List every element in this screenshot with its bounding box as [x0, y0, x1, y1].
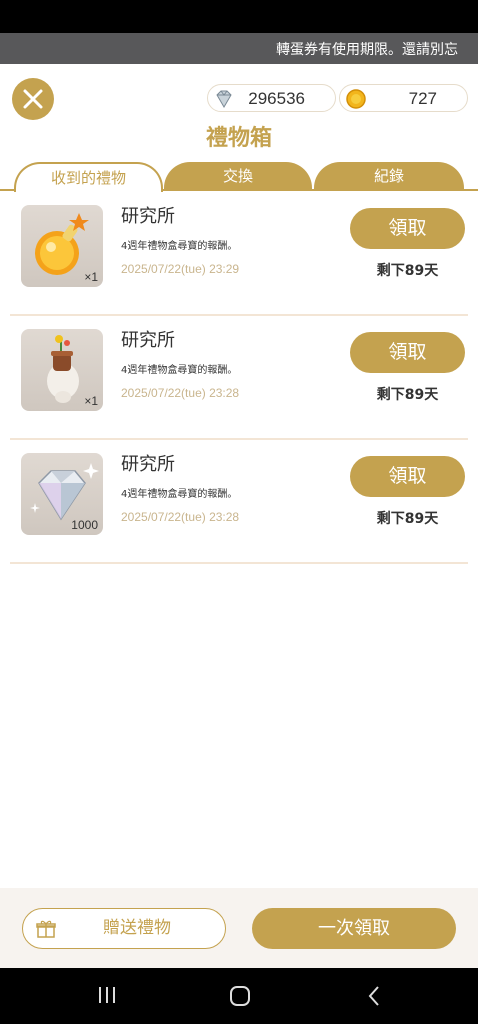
close-icon: [23, 89, 43, 109]
remaining-days: 剩下89天: [376, 263, 439, 279]
claim-button[interactable]: 領取: [350, 332, 465, 373]
claim-all-button[interactable]: 一次領取: [252, 908, 456, 949]
gift-thumbnail: ×1: [21, 205, 103, 287]
gift-name: 研究所: [121, 454, 175, 475]
coin-count: 727: [408, 89, 437, 108]
home-icon[interactable]: [229, 985, 251, 1007]
claim-button[interactable]: 領取: [350, 208, 465, 249]
gift-thumbnail: 1000: [21, 453, 103, 535]
gift-quantity: ×1: [84, 270, 98, 284]
gift-quantity: ×1: [84, 394, 98, 408]
remaining-days: 剩下89天: [376, 511, 439, 527]
tab-history[interactable]: 紀錄: [314, 162, 464, 191]
recent-apps-icon[interactable]: [97, 985, 117, 1005]
send-gift-button[interactable]: 贈送禮物: [22, 908, 226, 949]
gift-row: ×1 研究所 4週年禮物盒尋寶的報酬。 2025/07/22(tue) 23:2…: [10, 192, 468, 316]
gift-date: 2025/07/22(tue) 23:28: [121, 386, 240, 400]
send-gift-label: 贈送禮物: [103, 918, 171, 938]
claim-button[interactable]: 領取: [350, 456, 465, 497]
gift-description: 4週年禮物盒尋寶的報酬。: [121, 365, 238, 376]
tab-received-gifts[interactable]: 收到的禮物: [14, 162, 163, 192]
gift-thumbnail: ×1: [21, 329, 103, 411]
ticker-text: 轉蛋券有使用期限。還請別忘: [276, 42, 458, 58]
bottom-action-bar: 贈送禮物 一次領取: [0, 888, 478, 968]
system-nav-bar: [0, 968, 478, 1024]
gift-quantity: 1000: [71, 518, 98, 532]
back-icon[interactable]: [366, 985, 382, 1007]
announcement-ticker: 轉蛋券有使用期限。還請別忘: [0, 33, 478, 64]
gift-row: 1000 研究所 4週年禮物盒尋寶的報酬。 2025/07/22(tue) 23…: [10, 440, 468, 564]
remaining-days: 剩下89天: [376, 387, 439, 403]
coin-icon: [346, 89, 366, 109]
tab-exchange[interactable]: 交換: [164, 162, 312, 191]
status-bar: [0, 0, 478, 33]
gift-description: 4週年禮物盒尋寶的報酬。: [121, 241, 238, 252]
gift-row: ×1 研究所 4週年禮物盒尋寶的報酬。 2025/07/22(tue) 23:2…: [10, 316, 468, 440]
gift-date: 2025/07/22(tue) 23:28: [121, 510, 240, 524]
close-button[interactable]: [12, 78, 54, 120]
diamond-icon: [216, 90, 232, 108]
gift-name: 研究所: [121, 330, 175, 351]
coin-balance: 727: [339, 84, 468, 112]
gem-count: 296536: [248, 89, 305, 108]
gift-description: 4週年禮物盒尋寶的報酬。: [121, 489, 238, 500]
gem-balance: 296536: [207, 84, 336, 112]
gift-date: 2025/07/22(tue) 23:29: [121, 262, 240, 276]
gift-name: 研究所: [121, 206, 175, 227]
page-title: 禮物箱: [205, 126, 272, 151]
